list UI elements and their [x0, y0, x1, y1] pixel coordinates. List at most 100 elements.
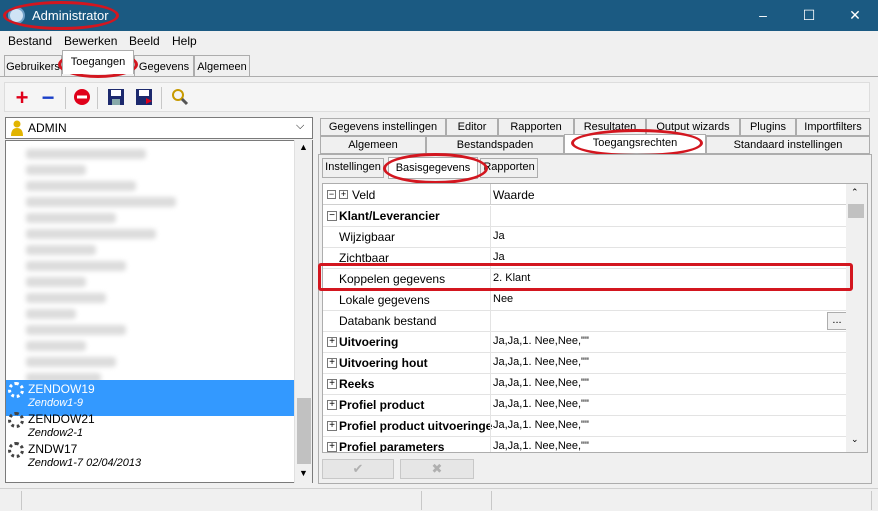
tab-editor[interactable]: Editor [446, 118, 498, 136]
tab-plugins[interactable]: Plugins [740, 118, 796, 136]
field-label: Profiel parameters [339, 440, 445, 453]
grid-scrollbar[interactable]: ⌃ ⌄ [846, 184, 867, 452]
tab-basisgegevens[interactable]: Basisgegevens [388, 157, 478, 179]
remove-icon[interactable]: − [37, 87, 59, 109]
status-bar [0, 488, 878, 511]
tab-toegangen[interactable]: Toegangen [62, 50, 134, 74]
field-value[interactable]: Ja,Ja,1. Nee,Nee,"" [493, 440, 589, 452]
expand-icon[interactable]: + [327, 379, 337, 389]
field-value[interactable]: Ja,Ja,1. Nee,Nee,"" [493, 335, 589, 347]
grid-row[interactable]: + Uitvoering hout Ja,Ja,1. Nee,Nee,"" [323, 353, 849, 374]
field-value[interactable]: Nee [493, 293, 513, 305]
collapse-icon[interactable]: − [327, 211, 337, 221]
tab-gegevens[interactable]: Gegevens [134, 55, 194, 77]
grid-row[interactable]: + Profiel parameters Ja,Ja,1. Nee,Nee,"" [323, 437, 849, 453]
menu-help[interactable]: Help [172, 34, 197, 48]
tab-instellingen[interactable]: Instellingen [322, 158, 384, 178]
tab-gegevens-instellingen[interactable]: Gegevens instellingen [320, 118, 446, 136]
tab-importfilters[interactable]: Importfilters [796, 118, 870, 136]
properties-grid[interactable]: − + Veld Waarde − Klant/Leverancier Wijzig… [322, 183, 868, 453]
scroll-up-icon[interactable]: ▲ [299, 142, 308, 152]
chevron-down-icon[interactable]: ⌵ [296, 120, 304, 133]
scroll-up-icon[interactable]: ⌃ [851, 187, 859, 198]
browse-button[interactable]: ... [827, 312, 847, 330]
field-value[interactable]: 2. Klant [493, 272, 530, 284]
add-icon[interactable]: + [11, 87, 33, 109]
field-value[interactable]: Ja,Ja,1. Nee,Nee,"" [493, 356, 589, 368]
grid-row[interactable]: Wijzigbaar Ja [323, 227, 849, 248]
column-header-veld: Veld [352, 188, 376, 202]
user-name: ZNDW17 [28, 442, 78, 456]
save-icon[interactable] [105, 87, 127, 109]
tab-toegangsrechten[interactable]: Toegangsrechten [564, 134, 706, 154]
user-name: ZENDOW21 [28, 412, 95, 426]
field-value[interactable]: Ja [493, 251, 505, 263]
grid-row[interactable]: − Klant/Leverancier [323, 206, 849, 227]
user-name: ZENDOW19 [28, 382, 95, 396]
gear-icon [8, 412, 24, 428]
user-description: Zendow1-9 [28, 397, 84, 409]
app-icon [8, 7, 25, 24]
grid-row[interactable]: + Profiel product uitvoeringe Ja,Ja,1. Nee… [323, 416, 849, 437]
grid-row[interactable]: + Profiel product Ja,Ja,1. Nee,Nee,"" [323, 395, 849, 416]
expand-all-icon[interactable]: + [339, 190, 348, 199]
tab-bestandspaden[interactable]: Bestandspaden [426, 136, 564, 154]
user-description: Zendow1-7 02/04/2013 [28, 457, 142, 469]
user-group-select[interactable]: ADMIN ⌵ [5, 117, 313, 139]
grid-row[interactable]: Databank bestand... [323, 311, 849, 332]
field-value[interactable]: Ja,Ja,1. Nee,Nee,"" [493, 377, 589, 389]
grid-row[interactable]: Koppelen gegevens 2. Klant [323, 269, 849, 290]
gear-icon [8, 382, 24, 398]
column-header-waarde: Waarde [493, 188, 535, 202]
menu-bestand[interactable]: Bestand [8, 34, 52, 48]
scroll-down-icon[interactable]: ▼ [299, 468, 308, 478]
tab-algemeen-right[interactable]: Algemeen [320, 136, 426, 154]
expand-icon[interactable]: + [327, 421, 337, 431]
tab-rapporten-sub[interactable]: Rapporten [480, 158, 538, 178]
field-value[interactable]: Ja,Ja,1. Nee,Nee,"" [493, 398, 589, 410]
window-title: Administrator [32, 8, 109, 23]
field-label: Zichtbaar [339, 251, 390, 265]
list-scrollbar[interactable]: ▲ ▼ [294, 140, 312, 483]
expand-icon[interactable]: + [327, 337, 337, 347]
tab-rapporten[interactable]: Rapporten [498, 118, 574, 136]
list-item[interactable]: ZNDW17 Zendow1-7 02/04/2013 [6, 440, 296, 476]
ok-button[interactable]: ✔ [322, 459, 394, 479]
field-label: Reeks [339, 377, 375, 391]
scroll-down-icon[interactable]: ⌄ [851, 434, 859, 445]
expand-icon[interactable]: + [327, 358, 337, 368]
field-value[interactable]: Ja,Ja,1. Nee,Nee,"" [493, 419, 589, 431]
toolbar-separator [97, 87, 98, 109]
expand-icon[interactable]: + [327, 400, 337, 410]
tab-gebruikers[interactable]: Gebruikers [4, 55, 62, 77]
grid-row[interactable]: Lokale gegevens Nee [323, 290, 849, 311]
collapse-all-icon[interactable]: − [327, 190, 336, 199]
cancel-button[interactable]: ✖ [400, 459, 474, 479]
tab-algemeen[interactable]: Algemeen [194, 55, 250, 77]
search-icon[interactable] [169, 87, 191, 109]
main-tabs: Gebruikers Toegangen Gegevens Algemeen [0, 50, 878, 77]
field-label: Uitvoering [339, 335, 399, 349]
field-label: Wijzigbaar [339, 230, 396, 244]
grid-header: − + Veld Waarde [323, 184, 849, 205]
minimize-button[interactable]: – [740, 0, 786, 31]
expand-icon[interactable]: + [327, 442, 337, 452]
field-value[interactable]: Ja [493, 230, 505, 242]
menu-beeld[interactable]: Beeld [129, 34, 160, 48]
scroll-thumb[interactable] [848, 204, 864, 218]
save-as-icon[interactable] [133, 87, 155, 109]
toolbar: + − [4, 82, 870, 112]
maximize-button[interactable]: ☐ [786, 0, 832, 31]
user-list[interactable]: ZENDOW19 Zendow1-9 ZENDOW21 Zendow2-1 ZN… [5, 140, 313, 483]
grid-row[interactable]: + Reeks Ja,Ja,1. Nee,Nee,"" [323, 374, 849, 395]
grid-row[interactable]: Zichtbaar Ja [323, 248, 849, 269]
field-label: Klant/Leverancier [339, 209, 440, 223]
grid-row[interactable]: + Uitvoering Ja,Ja,1. Nee,Nee,"" [323, 332, 849, 353]
tab-standaard-instellingen[interactable]: Standaard instellingen [706, 136, 870, 154]
menu-bewerken[interactable]: Bewerken [64, 34, 117, 48]
delete-icon[interactable] [71, 87, 93, 109]
menu-bar: Bestand Bewerken Beeld Help [0, 31, 878, 51]
scroll-thumb[interactable] [297, 398, 311, 464]
field-label: Uitvoering hout [339, 356, 428, 370]
close-button[interactable]: ✕ [832, 0, 878, 31]
